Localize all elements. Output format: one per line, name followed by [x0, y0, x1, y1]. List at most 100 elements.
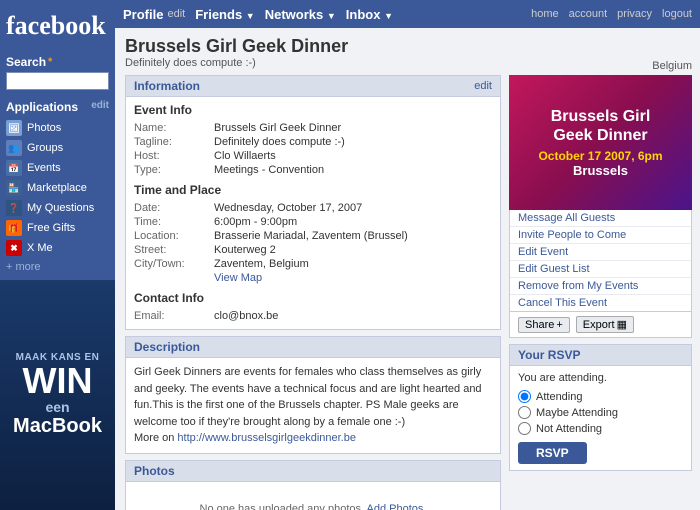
nav-friends[interactable]: Friends ▼: [195, 7, 255, 22]
myquestions-icon: ❓: [6, 200, 22, 216]
main-content: Brussels Girl Geek Dinner Definitely doe…: [115, 28, 700, 510]
sidebar-item-events[interactable]: 📅 Events: [6, 158, 109, 178]
export-icon: ▦: [617, 318, 627, 331]
more-link[interactable]: + more: [6, 258, 109, 276]
search-input[interactable]: [6, 72, 109, 90]
photos-empty: No one has uploaded any photos. Add Phot…: [134, 488, 492, 510]
field-label: Tagline:: [134, 135, 214, 149]
nav-profile[interactable]: Profile: [123, 7, 163, 22]
email-link[interactable]: clo@bnox.be: [214, 309, 492, 323]
nav-home[interactable]: home: [531, 8, 559, 20]
rsvp-label-attending: Attending: [536, 391, 582, 403]
field-value-link[interactable]: Meetings - Convention: [214, 163, 492, 177]
information-panel: Information edit Event Info Name: Brusse…: [125, 75, 501, 330]
description-more-link[interactable]: http://www.brusselsgirlgeekdinner.be: [177, 432, 356, 444]
nav-logout[interactable]: logout: [662, 8, 692, 20]
page-title: Brussels Girl Geek Dinner: [125, 36, 692, 57]
nav-account[interactable]: account: [569, 8, 608, 20]
sidebar-item-freegifts[interactable]: 🎁 Free Gifts: [6, 218, 109, 238]
photos-panel-header: Photos: [126, 461, 500, 482]
table-row: View Map: [134, 271, 492, 285]
field-label: Type:: [134, 163, 214, 177]
action-remove-from-events[interactable]: Remove from My Events: [510, 278, 691, 295]
table-row: City/Town: Zaventem, Belgium: [134, 257, 492, 271]
action-message-all[interactable]: Message All Guests: [510, 210, 691, 227]
information-header-title: Information: [134, 79, 200, 93]
action-invite-people[interactable]: Invite People to Come: [510, 227, 691, 244]
sidebar-item-label: X Me: [27, 242, 53, 254]
view-map-link[interactable]: View Map: [214, 272, 262, 284]
information-edit-link[interactable]: edit: [474, 80, 492, 92]
events-icon: 📅: [6, 160, 22, 176]
field-value: Definitely does compute :-): [214, 135, 492, 149]
table-row: Date: Wednesday, October 17, 2007: [134, 201, 492, 215]
add-photos-link[interactable]: Add Photos.: [367, 503, 427, 510]
description-panel-header: Description: [126, 337, 500, 358]
page-subtitle: Definitely does compute :-): [125, 57, 692, 69]
field-value: Brasserie Mariadal, Zaventem (Brussel): [214, 229, 492, 243]
sidebar-item-label: Photos: [27, 122, 61, 134]
rsvp-label-maybe: Maybe Attending: [536, 407, 618, 419]
sidebar-item-xme[interactable]: ✖ X Me: [6, 238, 109, 258]
photos-header-title: Photos: [134, 464, 175, 478]
sidebar-item-marketplace[interactable]: 🏪 Marketplace: [6, 178, 109, 198]
nav-networks[interactable]: Networks ▼: [265, 7, 336, 22]
action-cancel-event[interactable]: Cancel This Event: [510, 295, 691, 311]
field-value-link[interactable]: Clo Willaerts: [214, 149, 492, 163]
sidebar-item-groups[interactable]: 👥 Groups: [6, 138, 109, 158]
promo-banner[interactable]: MAAK KANS EN WIN een MacBook: [0, 280, 115, 510]
rsvp-radio-maybe[interactable]: [518, 406, 531, 419]
rsvp-option-maybe: Maybe Attending: [518, 406, 683, 419]
rsvp-submit-button[interactable]: RSVP: [518, 442, 587, 464]
event-image: Brussels GirlGeek Dinner October 17 2007…: [509, 75, 692, 210]
contact-table: Email: clo@bnox.be: [134, 309, 492, 323]
field-label: City/Town:: [134, 257, 214, 271]
action-edit-event[interactable]: Edit Event: [510, 244, 691, 261]
field-label: Date:: [134, 201, 214, 215]
field-value: Brussels Girl Geek Dinner: [214, 121, 492, 135]
rsvp-option-not: Not Attending: [518, 422, 683, 435]
photos-panel: Photos No one has uploaded any photos. A…: [125, 460, 501, 510]
time-place-title: Time and Place: [134, 183, 492, 197]
rsvp-radio-not[interactable]: [518, 422, 531, 435]
field-label: Time:: [134, 215, 214, 229]
table-row: Email: clo@bnox.be: [134, 309, 492, 323]
event-info-table: Name: Brussels Girl Geek Dinner Tagline:…: [134, 121, 492, 177]
marketplace-icon: 🏪: [6, 180, 22, 196]
apps-edit-link[interactable]: edit: [91, 100, 109, 114]
share-button[interactable]: Share +: [518, 317, 570, 333]
description-header-title: Description: [134, 340, 200, 354]
top-navigation: Profile edit Friends ▼ Networks ▼ Inbox …: [115, 0, 700, 28]
event-image-title: Brussels GirlGeek Dinner: [551, 107, 651, 145]
sidebar-item-label: Groups: [27, 142, 63, 154]
nav-inbox[interactable]: Inbox ▼: [346, 7, 393, 22]
action-links: Message All Guests Invite People to Come…: [509, 210, 692, 312]
sidebar-item-myquestions[interactable]: ❓ My Questions: [6, 198, 109, 218]
field-value: Wednesday, October 17, 2007: [214, 201, 492, 215]
table-row: Time: 6:00pm - 9:00pm: [134, 215, 492, 229]
table-row: Tagline: Definitely does compute :-): [134, 135, 492, 149]
country-label: Belgium: [652, 60, 692, 72]
nav-privacy[interactable]: privacy: [617, 8, 652, 20]
rsvp-option-attending: Attending: [518, 390, 683, 403]
rsvp-radio-attending[interactable]: [518, 390, 531, 403]
sidebar-item-label: Marketplace: [27, 182, 87, 194]
field-label: Host:: [134, 149, 214, 163]
groups-icon: 👥: [6, 140, 22, 156]
promo-line2: WIN: [23, 363, 93, 399]
page-header: Brussels Girl Geek Dinner Definitely doe…: [125, 36, 692, 69]
sidebar-item-label: Events: [27, 162, 61, 174]
nav-profile-edit[interactable]: edit: [167, 8, 185, 20]
promo-line4: MacBook: [13, 415, 102, 438]
event-info-title: Event Info: [134, 103, 492, 117]
table-row: Location: Brasserie Mariadal, Zaventem (…: [134, 229, 492, 243]
description-panel: Description Girl Geek Dinners are events…: [125, 336, 501, 454]
table-row: Name: Brussels Girl Geek Dinner: [134, 121, 492, 135]
action-edit-guest-list[interactable]: Edit Guest List: [510, 261, 691, 278]
apps-header: Applications edit: [6, 100, 109, 114]
sidebar-item-photos[interactable]: 🖼 Photos: [6, 118, 109, 138]
share-export-bar: Share + Export ▦: [509, 312, 692, 338]
photos-panel-body: No one has uploaded any photos. Add Phot…: [126, 482, 500, 510]
export-button[interactable]: Export ▦: [576, 316, 634, 333]
xme-icon: ✖: [6, 240, 22, 256]
